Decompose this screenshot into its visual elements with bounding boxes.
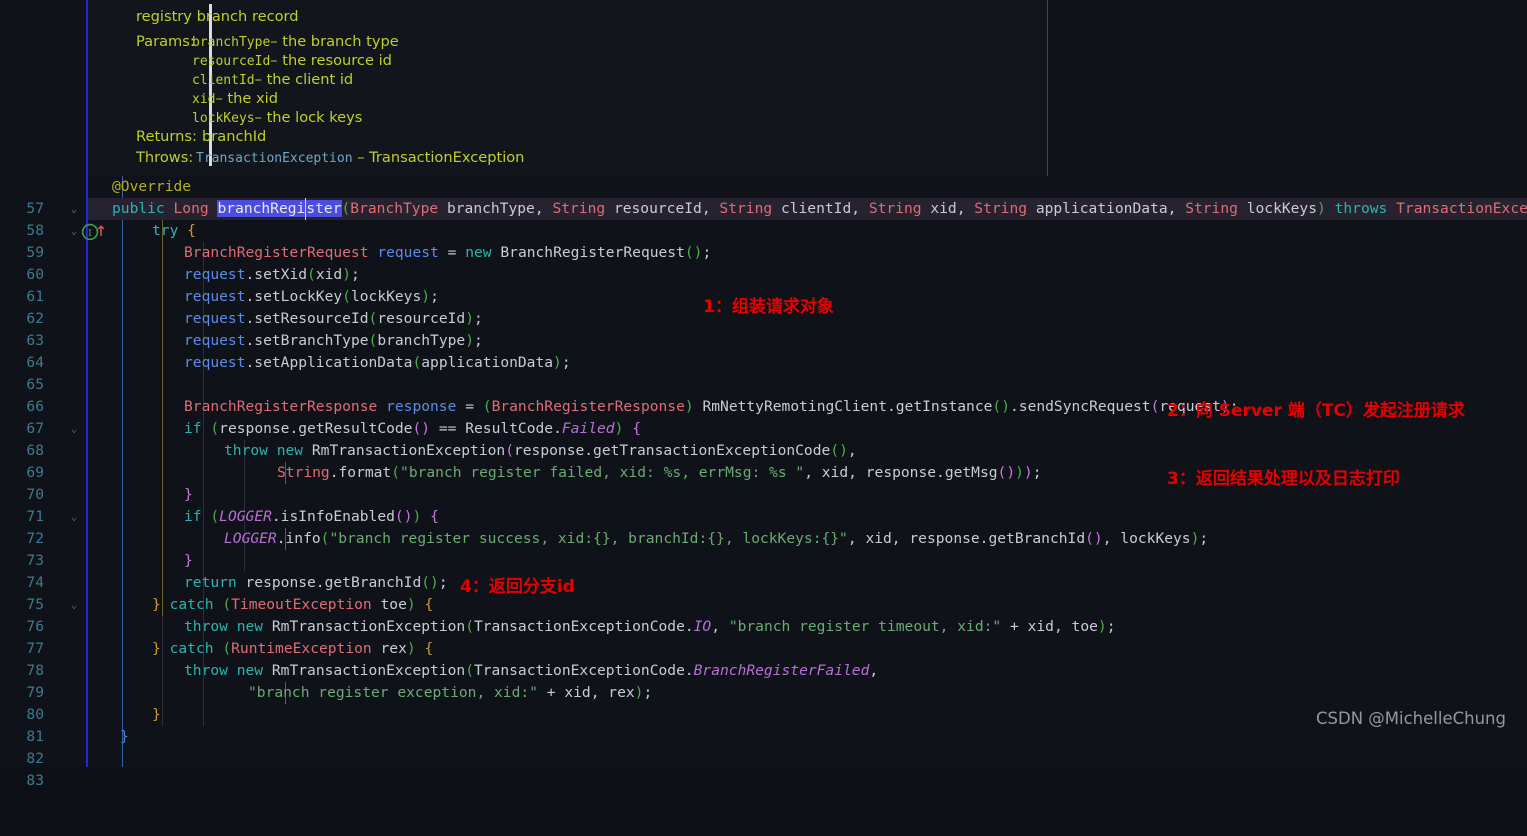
javadoc-params-label: Params: (136, 33, 195, 50)
javadoc-param-desc: the client id (266, 71, 354, 88)
javadoc-param-sep: – (270, 33, 278, 50)
code-line[interactable]: 58 I ⌄ public Long branchRegi ster(Branc… (0, 198, 1527, 241)
annotation-step-4: 4：返回分支id (460, 577, 575, 597)
code-line[interactable]: 66 (0, 374, 1527, 415)
code-line[interactable]: 60 BranchRegisterRequest request = new B… (0, 242, 1527, 283)
code-text: if (LOGGER.isInfoEnabled()) { (184, 508, 439, 525)
fold-toggle[interactable]: ⌄ (66, 220, 82, 242)
code-text: "branch register exception, xid:" + xid,… (248, 684, 653, 701)
csdn-watermark: CSDN @MichelleChung (1316, 709, 1506, 728)
fold-toggle[interactable]: ⌄ (66, 594, 82, 616)
code-text: } (152, 706, 161, 723)
code-text: request.setBranchType(branchType); (184, 332, 483, 349)
javadoc-param-name: resourceId (192, 54, 271, 69)
javadoc-param-name: branchType (192, 35, 271, 50)
fold-toggle[interactable]: ⌄ (66, 506, 82, 528)
code-text: } (120, 728, 129, 745)
code-line[interactable]: 79 throw new RmTransactionException(Tran… (0, 660, 1527, 701)
code-text: @Override (112, 178, 192, 195)
code-line[interactable]: 75 return response.getBranchId(); (0, 572, 1527, 613)
javadoc-summary: registry branch record (136, 8, 299, 25)
code-line[interactable]: 76 ⌄ } catch (TimeoutException toe) { (0, 594, 1527, 635)
code-text: public Long branchRegi ster(BranchType b… (112, 198, 1527, 220)
annotation-step-3: 3：返回结果处理以及日志打印 (1167, 469, 1400, 489)
code-text: } catch (TimeoutException toe) { (152, 596, 434, 613)
code-text: } (184, 552, 193, 569)
code-line[interactable]: 65 request.setApplicationData(applicatio… (0, 352, 1527, 393)
javadoc-param-name: xid (192, 92, 216, 107)
code-text: if (response.getResultCode() == ResultCo… (184, 420, 641, 437)
code-line[interactable]: 64 request.setBranchType(branchType); (0, 330, 1527, 371)
code-text: throw new RmTransactionException(respons… (224, 442, 857, 459)
javadoc-right-border (1047, 0, 1048, 176)
javadoc-param-desc: the lock keys (266, 109, 363, 126)
javadoc-param-name: lockKeys (192, 111, 255, 126)
javadoc-throws-row: TransactionException – TransactionExcept… (196, 147, 524, 170)
code-text: LOGGER.info("branch register success, xi… (224, 530, 1209, 547)
code-line[interactable]: 73 LOGGER.info("branch register success,… (0, 528, 1527, 569)
code-text: request.setXid(xid); (184, 266, 360, 283)
fold-toggle[interactable]: ⌄ (66, 418, 82, 440)
code-editor[interactable]: registry branch record Params: branchTyp… (0, 0, 1527, 789)
code-line[interactable]: 69 throw new RmTransactionException(resp… (0, 440, 1527, 481)
javadoc-param-desc: the resource id (282, 52, 392, 69)
code-text: BranchRegisterRequest request = new Bran… (184, 244, 712, 261)
javadoc-throws-label: Throws: (136, 149, 194, 166)
annotation-step-2: 2：向 Server 端（TC）发起注册请求 (1167, 401, 1465, 421)
code-text: return response.getBranchId(); (184, 574, 448, 591)
implementing-method-icon[interactable]: I (28, 201, 105, 241)
code-text: BranchRegisterResponse response = (Branc… (184, 398, 1239, 415)
code-line[interactable]: 77 throw new RmTransactionException(Tran… (0, 616, 1527, 657)
code-text: request.setApplicationData(applicationDa… (184, 354, 571, 371)
line-number: 83 (26, 772, 44, 789)
javadoc-param-name: clientId (192, 73, 255, 88)
javadoc-throws-type: TransactionException (196, 151, 353, 166)
code-line[interactable]: 78 } catch (RuntimeException rex) { (0, 638, 1527, 679)
javadoc-param-desc: the branch type (282, 33, 399, 50)
code-line[interactable]: 74 } (0, 550, 1527, 591)
code-line[interactable]: 80 "branch register exception, xid:" + x… (0, 682, 1527, 723)
code-text: request.setLockKey(lockKeys); (184, 288, 439, 305)
code-line[interactable]: 57 @Override (0, 176, 1527, 217)
javadoc-param-desc: the xid (227, 90, 278, 107)
javadoc-throws-desc: TransactionException (369, 149, 525, 166)
javadoc-returns-value: branchId (202, 128, 267, 145)
code-text: } catch (RuntimeException rex) { (152, 640, 434, 657)
code-line[interactable]: 59 ⌄ try { (0, 220, 1527, 261)
javadoc-param-sep: – (270, 52, 278, 69)
annotation-step-1: 1：组装请求对象 (703, 297, 834, 317)
code-text: try { (152, 222, 196, 239)
code-text: String.format("branch register failed, x… (277, 464, 1042, 481)
javadoc-param-sep: – (254, 71, 262, 88)
code-line[interactable]: 61 request.setXid(xid); (0, 264, 1527, 305)
javadoc-returns-label: Returns: (136, 128, 197, 145)
fold-toggle[interactable]: ⌄ (66, 198, 82, 220)
code-text: throw new RmTransactionException(Transac… (184, 618, 1116, 635)
code-line[interactable]: 68 ⌄ if (response.getResultCode() == Res… (0, 418, 1527, 459)
code-line[interactable]: 72 ⌄ if (LOGGER.isInfoEnabled()) { (0, 506, 1527, 547)
code-text: } (184, 486, 193, 503)
javadoc-throws-sep: – (357, 149, 365, 166)
javadoc-param-sep: – (215, 90, 223, 107)
code-text: throw new RmTransactionException(Transac… (184, 662, 879, 679)
code-line[interactable]: 81 } (0, 704, 1527, 745)
javadoc-param-sep: – (254, 109, 262, 126)
code-text: request.setResourceId(resourceId); (184, 310, 483, 327)
code-line[interactable]: 82 } (0, 726, 1527, 767)
